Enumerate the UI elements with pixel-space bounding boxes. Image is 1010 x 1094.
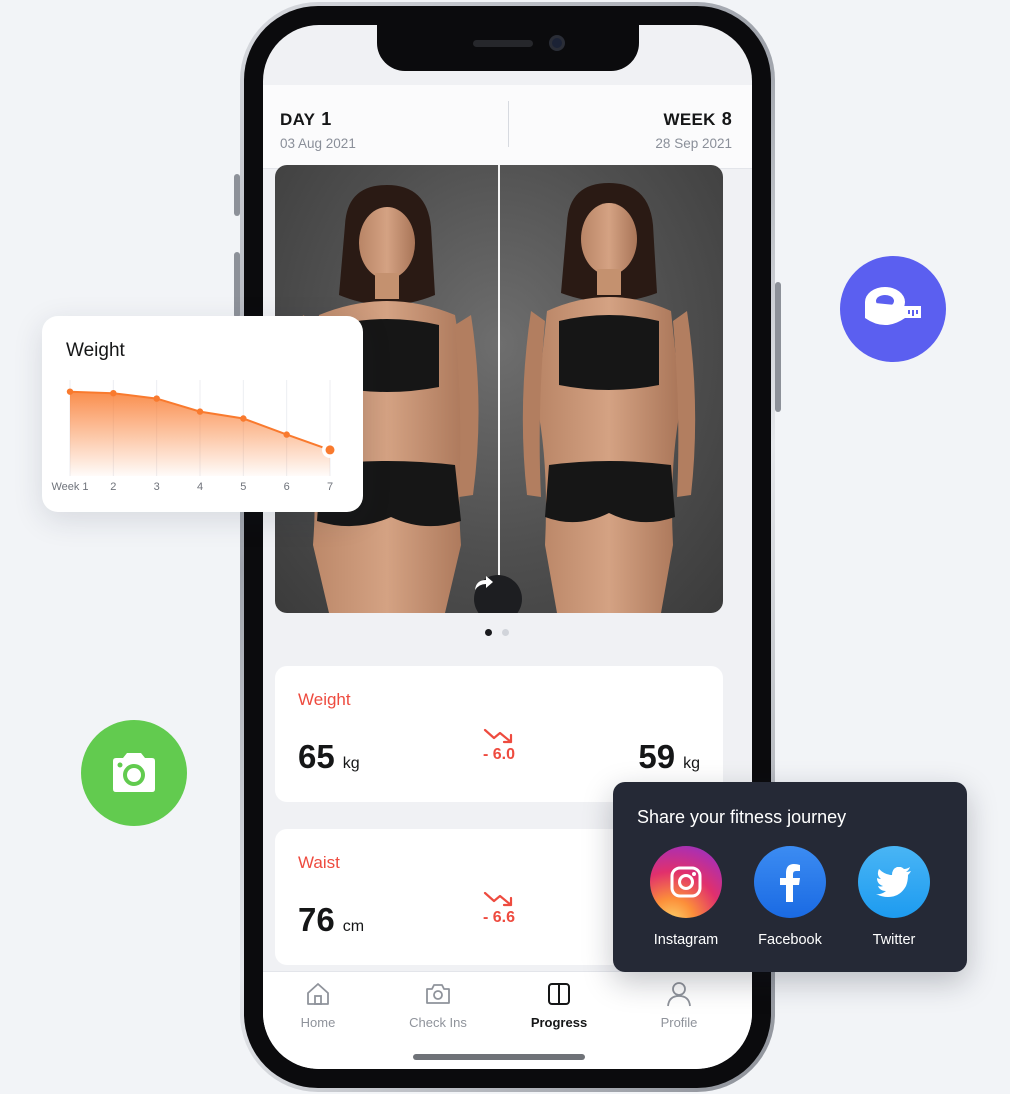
share-title: Share your fitness journey: [637, 807, 847, 827]
share-label: Twitter: [872, 932, 916, 948]
trend-down-icon: [483, 891, 513, 907]
gallery-page-indicator: [485, 629, 509, 636]
compare-icon: [548, 983, 570, 1005]
tab-label: Home: [300, 1015, 336, 1030]
check-in-photo-button[interactable]: [81, 720, 187, 826]
chart-point[interactable]: [283, 431, 290, 438]
chart-x-tick-label: 5: [240, 481, 246, 493]
tape-measure-icon: [865, 287, 921, 325]
chart-x-tick-label: 4: [197, 481, 203, 493]
tab-label: Check Ins: [409, 1015, 467, 1030]
start-date: 03 Aug 2021: [280, 136, 356, 151]
progress-header: DAY 1 03 Aug 2021 WEEK 8 28 Sep 2021: [263, 85, 752, 169]
chart-point[interactable]: [110, 390, 117, 397]
chart-point[interactable]: [196, 408, 204, 415]
chart-x-tick-label: 6: [284, 481, 290, 493]
twitter-icon: [876, 867, 911, 897]
weight-chart: Week 1 2 3 4 5 6 7: [51, 380, 338, 493]
photo-divider: [498, 165, 500, 613]
after-photo: [522, 183, 696, 613]
header-divider: [507, 101, 509, 147]
start-day-title: DAY 1: [280, 109, 332, 129]
user-icon: [667, 982, 691, 1007]
stat-label: Waist: [298, 853, 340, 872]
chart-x-tick-label: 2: [110, 481, 116, 493]
end-week-title: WEEK 8: [663, 109, 732, 129]
chart-x-tick-label: 3: [154, 481, 160, 493]
end-date-block[interactable]: WEEK 8 28 Sep 2021: [655, 109, 732, 151]
share-twitter[interactable]: Twitter: [842, 846, 946, 948]
chart-x-tick-label: Week 1: [51, 481, 88, 493]
facebook-icon: [780, 864, 800, 902]
tab-check-ins[interactable]: Check Ins: [388, 980, 488, 1030]
instagram-icon: [670, 866, 702, 898]
page-dot-active[interactable]: [485, 629, 492, 636]
share-instagram[interactable]: Instagram: [634, 846, 738, 948]
chart-point[interactable]: [66, 388, 74, 395]
camera-icon: [113, 753, 155, 792]
phone-notch: [376, 25, 639, 71]
share-facebook[interactable]: Facebook: [738, 846, 842, 948]
weight-chart-card: Weight Week 1234567: [42, 316, 363, 512]
bottom-tab-bar: Home Check Ins Progress Profile: [263, 971, 752, 1069]
stat-label: Weight: [298, 690, 351, 709]
chart-x-tick-label: 7: [327, 481, 333, 493]
end-date: 28 Sep 2021: [655, 136, 732, 151]
tab-home[interactable]: Home: [268, 980, 368, 1030]
share-label: Instagram: [653, 932, 719, 948]
share-popup: Share your fitness journey Instagram Fac…: [613, 782, 967, 972]
chart-point[interactable]: [153, 395, 160, 402]
share-arrow-icon: [475, 576, 493, 590]
camera-icon: [426, 984, 450, 1004]
chart-point[interactable]: [325, 445, 335, 455]
chart-point[interactable]: [240, 415, 247, 422]
tab-label: Progress: [530, 1015, 588, 1030]
measurements-button[interactable]: [840, 256, 946, 362]
tab-profile[interactable]: Profile: [629, 980, 729, 1030]
trend-down-icon: [483, 728, 513, 744]
start-date-block[interactable]: DAY 1 03 Aug 2021: [280, 109, 356, 151]
page-dot[interactable]: [502, 629, 509, 636]
home-icon: [307, 983, 329, 1005]
home-indicator[interactable]: [413, 1054, 585, 1060]
tab-progress[interactable]: Progress: [509, 980, 609, 1030]
tab-label: Profile: [660, 1015, 698, 1030]
share-label: Facebook: [758, 932, 822, 948]
stat-end-value: 59 kg: [638, 738, 700, 775]
